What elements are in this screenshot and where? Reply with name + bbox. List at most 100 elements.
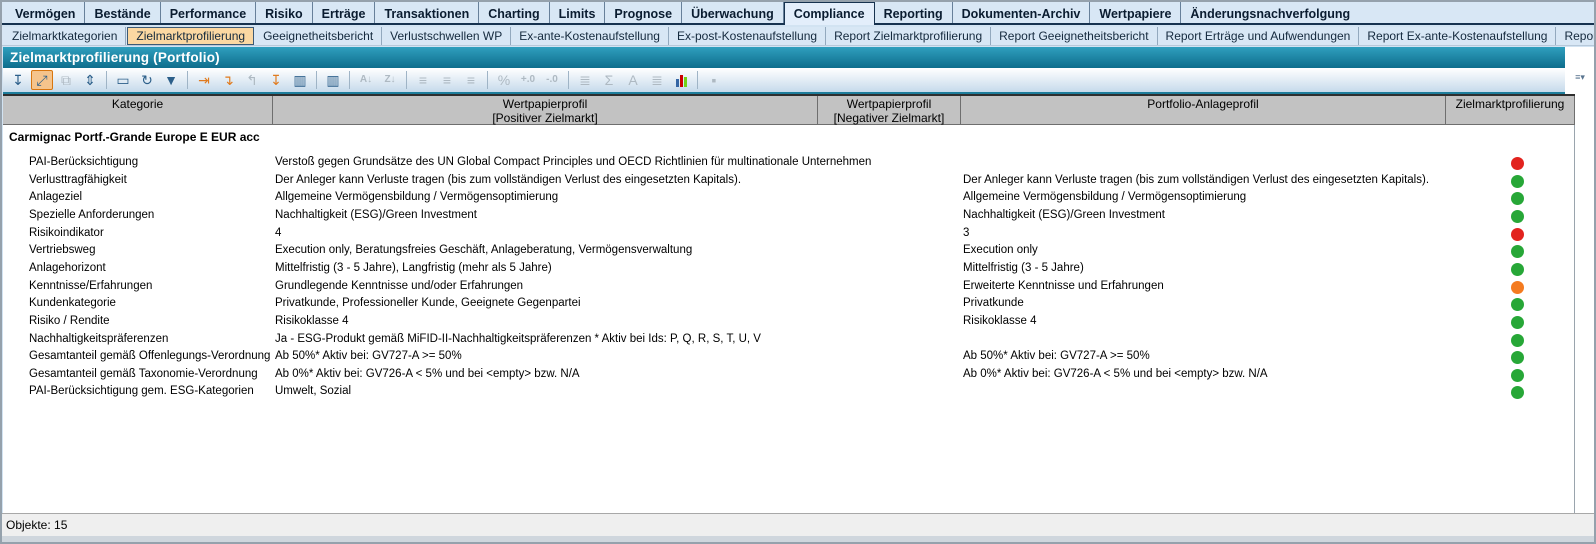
new-window-icon[interactable]: ▭	[112, 70, 134, 90]
column-total-icon[interactable]: ↧	[265, 70, 287, 90]
menu-item-ertr-ge[interactable]: Erträge	[313, 2, 376, 23]
remove-column-icon: ↰	[241, 70, 263, 90]
table-row[interactable]: Anlageziel Allgemeine Vermögensbildung / …	[3, 191, 1574, 208]
table-row[interactable]: NachhaltigkeitspräferenzenJa - ESG-Produ…	[3, 333, 1574, 350]
export-layout-icon[interactable]: ↧	[7, 70, 29, 90]
main-menu-bar: VermögenBeständePerformanceRisikoErträge…	[2, 2, 1594, 25]
status-dot-orange	[1511, 281, 1524, 294]
column-header-wertpapierprofil-positiver-zielmarkt[interactable]: Wertpapierprofil[Positiver Zielmarkt]	[273, 96, 818, 124]
menu-item-reporting[interactable]: Reporting	[875, 2, 953, 23]
category-cell: Verlusttragfähigkeit	[29, 174, 127, 186]
insert-column-after-icon[interactable]: ↴	[217, 70, 239, 90]
menu-item-performance[interactable]: Performance	[161, 2, 256, 23]
category-cell: Nachhaltigkeitspräferenzen	[29, 333, 168, 345]
menu-item-transaktionen[interactable]: Transaktionen	[375, 2, 479, 23]
sort-descending-icon: Z↓	[379, 70, 401, 90]
category-cell: Kundenkategorie	[29, 297, 116, 309]
table-row[interactable]: KundenkategoriePrivatkunde, Professionel…	[3, 297, 1574, 314]
status-dot-green	[1511, 351, 1524, 364]
toolbar-separator	[106, 71, 107, 89]
table-row[interactable]: Risikoindikator43	[3, 227, 1574, 244]
menu-item-nderungsnachverfolgung[interactable]: Änderungsnachverfolgung	[1181, 2, 1359, 23]
portfolio-profile-cell: Privatkunde	[963, 297, 1024, 309]
application-window: VermögenBeständePerformanceRisikoErträge…	[0, 0, 1596, 544]
menu-item-best-nde[interactable]: Bestände	[85, 2, 160, 23]
toolbar-overflow-button[interactable]: ≡▾	[1573, 74, 1587, 88]
toolbar-separator	[487, 71, 488, 89]
table-row[interactable]: PAI-Berücksichtigung gem. ESG-Kategorien…	[3, 385, 1574, 402]
refresh-icon[interactable]: ↻	[136, 70, 158, 90]
table-row[interactable]: Kenntnisse/ErfahrungenGrundlegende Kennt…	[3, 280, 1574, 297]
column-chooser-icon[interactable]: ▥	[322, 70, 344, 90]
tab-report-ertr-ge-und-aufwendungen[interactable]: Report Erträge und Aufwendungen	[1158, 27, 1360, 45]
status-dot-green	[1511, 334, 1524, 347]
status-dot-green	[1511, 298, 1524, 311]
filter-icon[interactable]: ▼	[160, 70, 182, 90]
menu-item-dokumenten-archiv[interactable]: Dokumenten-Archiv	[953, 2, 1091, 23]
status-dot-green	[1511, 245, 1524, 258]
positive-target-market-cell: Grundlegende Kenntnisse und/oder Erfahru…	[275, 280, 523, 292]
align-center-icon: ≡	[436, 70, 458, 90]
status-bar: Objekte: 15	[2, 513, 1594, 536]
align-left-icon: ≡	[412, 70, 434, 90]
positive-target-market-cell: Allgemeine Vermögensbildung / Vermögenso…	[275, 191, 558, 203]
table-row[interactable]: VerlusttragfähigkeitDer Anleger kann Ver…	[3, 174, 1574, 191]
table-row[interactable]: Risiko / RenditeRisikoklasse 4Risikoklas…	[3, 315, 1574, 332]
menu-item-wertpapiere[interactable]: Wertpapiere	[1090, 2, 1181, 23]
menu-item-berwachung[interactable]: Überwachung	[682, 2, 784, 23]
category-cell: Anlageziel	[29, 191, 82, 203]
remove-decimal-icon: -.0	[541, 70, 563, 90]
menu-item-verm-gen[interactable]: Vermögen	[6, 2, 85, 23]
chart-icon[interactable]	[670, 70, 692, 90]
category-cell: Risiko / Rendite	[29, 315, 110, 327]
tab-geeignetheitsbericht[interactable]: Geeignetheitsbericht	[255, 27, 382, 45]
stop-icon: ▪	[703, 70, 725, 90]
column-header-portfolio-anlageprofil[interactable]: Portfolio-Anlageprofil	[961, 96, 1446, 124]
status-dot-green	[1511, 316, 1524, 329]
value-settings-icon: ≣	[574, 70, 596, 90]
table-row[interactable]: Gesamtanteil gemäß Taxonomie-VerordnungA…	[3, 368, 1574, 385]
portfolio-profile-cell: Ab 50%* Aktiv bei: GV727-A >= 50%	[963, 350, 1150, 362]
table-row[interactable]: VertriebswegExecution only, Beratungsfre…	[3, 244, 1574, 261]
fit-height-icon[interactable]: ⇕	[79, 70, 101, 90]
font-icon: A	[622, 70, 644, 90]
table-row[interactable]: AnlagehorizontMittelfristig (3 - 5 Jahre…	[3, 262, 1574, 279]
table-row[interactable]: Spezielle AnforderungenNachhaltigkeit (E…	[3, 209, 1574, 226]
positive-target-market-cell: Nachhaltigkeit (ESG)/Green Investment	[275, 209, 477, 221]
positive-target-market-cell: Ab 0%* Aktiv bei: GV726-A < 5% und bei <…	[275, 368, 580, 380]
tab-zielmarktkategorien[interactable]: Zielmarktkategorien	[4, 27, 126, 45]
menu-item-compliance[interactable]: Compliance	[784, 2, 875, 25]
portfolio-profile-cell: Erweiterte Kenntnisse und Erfahrungen	[963, 280, 1164, 292]
tab-ex-ante-kostenaufstellung[interactable]: Ex-ante-Kostenaufstellung	[511, 27, 669, 45]
column-header-zielmarktprofilierung[interactable]: Zielmarktprofilierung	[1446, 96, 1575, 124]
menu-item-charting[interactable]: Charting	[479, 2, 549, 23]
tab-report-ex-ante-kostenaufstellung[interactable]: Report Ex-ante-Kostenaufstellung	[1359, 27, 1556, 45]
positive-target-market-cell: Risikoklasse 4	[275, 315, 349, 327]
menu-item-prognose[interactable]: Prognose	[605, 2, 682, 23]
category-cell: Risikoindikator	[29, 227, 104, 239]
table-row[interactable]: Gesamtanteil gemäß Offenlegungs-Verordnu…	[3, 350, 1574, 367]
tab-verlustschwellen-wp[interactable]: Verlustschwellen WP	[382, 27, 511, 45]
tab-report-ex-post-kostenaufstellung[interactable]: Report Ex-post-Kostenaufstellung	[1556, 27, 1596, 45]
tab-report-geeignetheitsbericht[interactable]: Report Geeignetheitsbericht	[991, 27, 1157, 45]
menu-item-limits[interactable]: Limits	[550, 2, 606, 23]
insert-chart-column-icon[interactable]: ▥	[289, 70, 311, 90]
panel-title-bar: Zielmarktprofilierung (Portfolio)	[3, 47, 1565, 68]
column-header-wertpapierprofil-negativer-zielmarkt[interactable]: Wertpapierprofil[Negativer Zielmarkt]	[818, 96, 961, 124]
add-decimal-icon: +.0	[517, 70, 539, 90]
toolbar: ↧⤢⧉⇕▭↻▼⇥↴↰↧▥▥A↓Z↓≡≡≡%+.0-.0≣ΣA≣▪	[3, 68, 1565, 94]
tab-ex-post-kostenaufstellung[interactable]: Ex-post-Kostenaufstellung	[669, 27, 826, 45]
table-row[interactable]: PAI-BerücksichtigungVerstoß gegen Grunds…	[3, 156, 1574, 173]
fit-width-icon[interactable]: ⤢	[31, 70, 53, 90]
tab-report-zielmarktprofilierung[interactable]: Report Zielmarktprofilierung	[826, 27, 991, 45]
positive-target-market-cell: 4	[275, 227, 281, 239]
portfolio-profile-cell: Execution only	[963, 244, 1038, 256]
insert-column-before-icon[interactable]: ⇥	[193, 70, 215, 90]
percent-format-icon: %	[493, 70, 515, 90]
column-header-kategorie[interactable]: Kategorie	[3, 96, 273, 124]
tab-zielmarktprofilierung[interactable]: Zielmarktprofilierung	[127, 27, 254, 45]
portfolio-profile-cell: Allgemeine Vermögensbildung / Vermögenso…	[963, 191, 1246, 203]
menu-item-risiko[interactable]: Risiko	[256, 2, 313, 23]
sum-icon: Σ	[598, 70, 620, 90]
status-dot-green	[1511, 369, 1524, 382]
